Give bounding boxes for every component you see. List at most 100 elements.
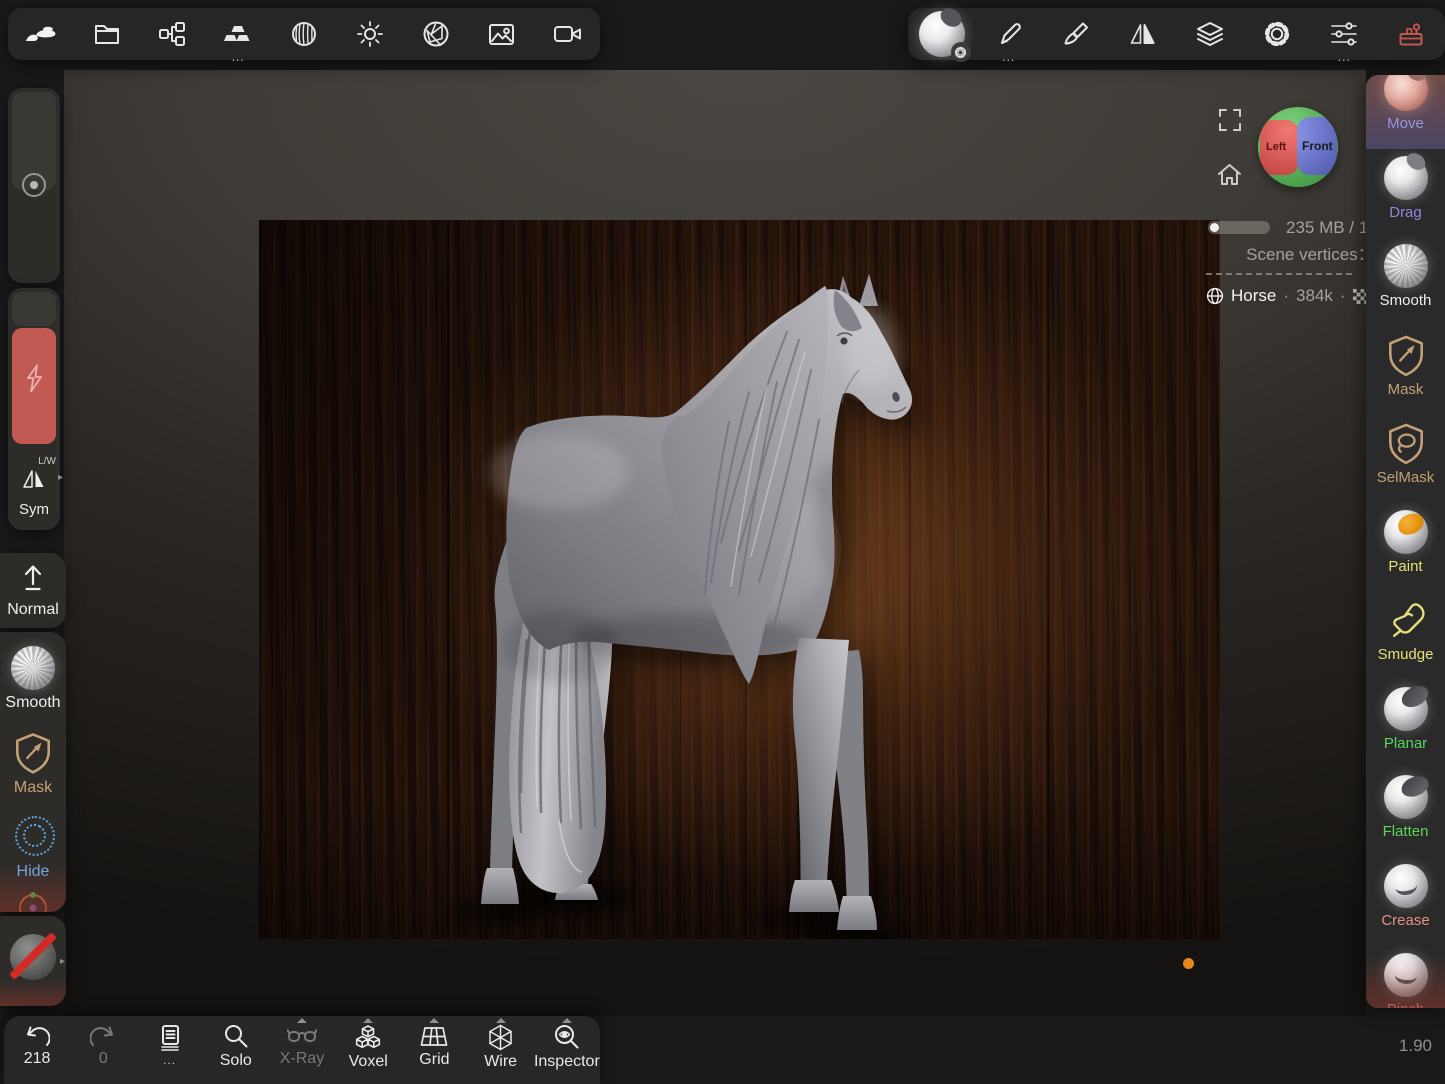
inspector-button[interactable]: Inspector xyxy=(534,1016,600,1084)
intensity-sym-panel: L/W ▸ Sym xyxy=(8,288,60,530)
mask-shield-icon[interactable] xyxy=(13,731,53,775)
long-press-caret xyxy=(363,1018,373,1023)
nomad-sculpt-window: { "app": {"version": "1.90"}, "ui": {"el… xyxy=(0,0,1445,1084)
symmetry-icon[interactable] xyxy=(20,466,48,490)
hide-dotted-sphere-icon[interactable] xyxy=(15,816,55,856)
memory-progressbar xyxy=(1208,221,1270,234)
wire-label: Wire xyxy=(484,1053,517,1071)
redo-count: 0 xyxy=(99,1050,108,1068)
material-layers-button[interactable]: ... xyxy=(205,8,271,60)
tool-label: SelMask xyxy=(1377,469,1435,486)
tool-planar[interactable]: Planar xyxy=(1366,683,1445,767)
mesh-sphere-icon xyxy=(1206,287,1224,305)
voxel-button[interactable]: Voxel xyxy=(335,1016,401,1084)
tool-label: Pinch xyxy=(1387,1001,1425,1008)
lighting-button[interactable] xyxy=(337,8,403,60)
background-button[interactable] xyxy=(468,8,534,60)
redo-icon xyxy=(90,1024,116,1048)
undo-icon xyxy=(24,1024,50,1048)
tool-crease[interactable]: Crease xyxy=(1366,860,1445,944)
tool-move[interactable]: Move xyxy=(1366,75,1445,147)
normal-label: Normal xyxy=(0,601,66,619)
smooth-tool-left[interactable] xyxy=(11,646,55,690)
wire-button[interactable]: Wire xyxy=(468,1016,534,1084)
bottom-toolbar: 218 0 ... Solo X-Ray Voxel xyxy=(4,1016,600,1084)
history-notes-button[interactable]: ... xyxy=(136,1016,202,1084)
object-name: Horse xyxy=(1231,286,1276,306)
hide-label[interactable]: Hide xyxy=(0,863,66,881)
horse-model[interactable] xyxy=(259,220,1220,939)
scene-list-divider xyxy=(1206,273,1352,275)
orientation-gizmo[interactable]: Left Front xyxy=(1258,107,1338,187)
voxel-label: Voxel xyxy=(349,1053,388,1071)
gizmo-front-label: Front xyxy=(1302,139,1333,153)
long-press-caret xyxy=(429,1018,439,1023)
redo-button[interactable]: 0 xyxy=(70,1016,136,1084)
tool-flatten[interactable]: Flatten xyxy=(1366,771,1445,855)
home-view-button[interactable] xyxy=(1216,162,1243,192)
stroke-settings-button[interactable]: ... xyxy=(975,8,1042,60)
falloff-panel[interactable]: ▸ xyxy=(0,916,66,1006)
viewport-3d[interactable]: 235 MB / 1.4 Scene vertices： 489k Horse … xyxy=(64,70,1366,1016)
app-logo[interactable] xyxy=(8,8,74,60)
tool-smudge[interactable]: Smudge xyxy=(1366,594,1445,678)
tool-label: Mask xyxy=(1388,381,1424,398)
active-material-button[interactable] xyxy=(908,8,975,60)
scene-vertices-label: Scene vertices： xyxy=(1246,245,1375,264)
separator-dot: · xyxy=(1340,286,1346,306)
memory-progress-dot xyxy=(1210,223,1219,232)
undo-button[interactable]: 218 xyxy=(4,1016,70,1084)
radius-slider[interactable] xyxy=(8,88,60,283)
tool-paint[interactable]: Paint xyxy=(1366,506,1445,590)
notebook-icon xyxy=(158,1024,182,1052)
solo-magnifier-icon xyxy=(223,1024,249,1050)
sym-label[interactable]: Sym xyxy=(8,501,60,518)
layers-button[interactable] xyxy=(1177,8,1244,60)
undo-count: 218 xyxy=(24,1050,51,1068)
tool-pinch[interactable]: Pinch xyxy=(1366,949,1445,1008)
matcap-button[interactable] xyxy=(271,8,337,60)
app-version: 1.90 xyxy=(1399,1036,1432,1056)
fullscreen-button[interactable] xyxy=(1218,108,1242,137)
mask-label[interactable]: Mask xyxy=(0,779,66,797)
expand-arrow-icon[interactable]: ▸ xyxy=(58,472,63,483)
xray-label: X-Ray xyxy=(280,1050,324,1068)
top-left-toolbar: ... xyxy=(8,8,600,60)
intensity-bolt-icon xyxy=(25,364,44,393)
grid-button[interactable]: Grid xyxy=(401,1016,467,1084)
grid-icon xyxy=(419,1024,449,1049)
camera-button[interactable] xyxy=(534,8,600,60)
stroke-mode-normal[interactable]: Normal xyxy=(0,553,66,628)
gizmo-tool-icon[interactable] xyxy=(17,890,49,912)
smooth-label[interactable]: Smooth xyxy=(0,694,66,712)
mask-shield-icon xyxy=(1386,334,1426,377)
toolbox-button[interactable] xyxy=(1378,8,1445,60)
symmetry-button[interactable] xyxy=(1109,8,1176,60)
settings-button[interactable] xyxy=(1244,8,1311,60)
crease-sphere-icon xyxy=(1384,864,1428,908)
separator-dot: · xyxy=(1283,286,1289,306)
long-press-caret xyxy=(297,1018,307,1023)
scene-graph-button[interactable] xyxy=(140,8,206,60)
expand-arrow-icon[interactable]: ▸ xyxy=(60,956,65,967)
interface-button[interactable]: ... xyxy=(1311,8,1378,60)
tool-mask[interactable]: Mask xyxy=(1366,329,1445,413)
more-options-ellipsis: ... xyxy=(1002,51,1015,63)
tool-drag[interactable]: Drag xyxy=(1366,152,1445,236)
painting-settings-button[interactable] xyxy=(1042,8,1109,60)
intensity-slider-track[interactable] xyxy=(12,292,56,326)
tool-smooth[interactable]: Smooth xyxy=(1366,240,1445,324)
object-vertex-count: 384k xyxy=(1296,286,1333,306)
more-options-ellipsis: ... xyxy=(1338,51,1351,63)
files-button[interactable] xyxy=(74,8,140,60)
tool-label: Smooth xyxy=(1380,292,1432,309)
scene-object-row[interactable]: Horse · 384k · xyxy=(1206,286,1368,306)
smudge-finger-icon xyxy=(1385,600,1427,640)
wireframe-icon xyxy=(487,1024,514,1051)
solo-button[interactable]: Solo xyxy=(203,1016,269,1084)
xray-button[interactable]: X-Ray xyxy=(269,1016,335,1084)
post-process-button[interactable] xyxy=(403,8,469,60)
tool-selmask[interactable]: SelMask xyxy=(1366,417,1445,501)
flatten-sphere-icon xyxy=(1384,775,1428,819)
tool-label: Planar xyxy=(1384,735,1427,752)
